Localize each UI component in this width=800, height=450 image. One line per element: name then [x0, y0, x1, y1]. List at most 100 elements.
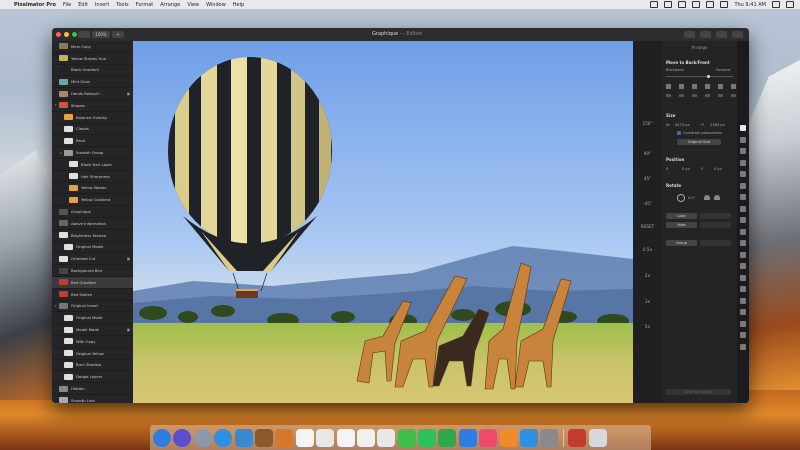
lock-icon[interactable]: ▣ [127, 328, 130, 332]
finder-dock-icon[interactable] [153, 428, 171, 447]
zoom-level-label[interactable]: RESET [633, 224, 662, 229]
numbers-dock-icon[interactable] [438, 428, 457, 447]
layer-row[interactable]: ▾ Original Insert [52, 301, 133, 313]
align-bottom-icon[interactable] [731, 84, 736, 89]
menu-help[interactable]: Help [233, 2, 244, 8]
repair-icon[interactable] [740, 217, 746, 223]
pixelmator-dock-icon[interactable] [275, 428, 294, 447]
layer-row[interactable]: Original Mode [52, 312, 133, 325]
layer-row[interactable]: Black Gradient [52, 65, 133, 77]
rotate-field[interactable]: 0.0° [688, 196, 696, 200]
photos-dock-icon[interactable] [316, 428, 335, 447]
battery-icon[interactable] [720, 1, 729, 8]
layer-row[interactable]: Yellow Waves [52, 183, 133, 195]
magic-wand-icon[interactable] [740, 332, 746, 338]
eraser-icon[interactable] [740, 182, 746, 189]
zoom-level-label[interactable]: 45° [633, 176, 662, 181]
distribute-bottom-icon[interactable] [731, 94, 736, 97]
group-button[interactable]: Group [666, 240, 697, 246]
layer-row[interactable]: Original Yellow [52, 348, 133, 360]
zoom-level-label[interactable]: -45° [633, 201, 662, 206]
layer-row[interactable]: With Copy [52, 336, 133, 348]
layer-row[interactable]: Background Blur [52, 265, 133, 277]
trash-dock-icon[interactable] [588, 428, 607, 447]
text-tool-icon[interactable] [740, 263, 746, 269]
photo-booth-dock-icon[interactable] [568, 428, 587, 447]
zoom-level-label[interactable]: 150° [633, 121, 662, 126]
align-right-icon[interactable] [692, 84, 697, 89]
fill-icon[interactable] [740, 297, 746, 304]
align-center-icon[interactable] [679, 84, 684, 89]
distribute-left-icon[interactable] [692, 94, 697, 97]
screen-mirroring-icon[interactable] [678, 1, 687, 8]
layer-row[interactable]: Clouds [52, 124, 133, 136]
menu-arrange[interactable]: Arrange [160, 2, 180, 8]
time-machine-icon[interactable] [650, 1, 659, 8]
notification-center-icon[interactable] [786, 1, 794, 8]
inspector-toggle-button[interactable] [732, 31, 743, 38]
minimize-button[interactable] [64, 32, 69, 37]
layer-row[interactable]: Hands Retouch ▣ [52, 88, 133, 100]
sync-icon[interactable] [664, 1, 673, 8]
flip-horizontal-icon[interactable] [704, 195, 710, 200]
wifi-icon[interactable] [706, 1, 715, 8]
add-layer-button[interactable]: + [112, 31, 124, 38]
volume-icon[interactable] [692, 1, 701, 8]
tools-button[interactable] [700, 31, 711, 38]
layer-row[interactable]: Model Mode ▣ [52, 324, 133, 336]
flip-vertical-icon[interactable] [714, 195, 720, 200]
shape-tool-icon[interactable] [740, 274, 746, 281]
layer-row[interactable]: Original Model [52, 242, 133, 254]
siri-dock-icon[interactable] [173, 428, 192, 447]
selection-icon[interactable] [740, 194, 746, 200]
gradient-icon[interactable] [740, 286, 746, 292]
layer-row[interactable]: Hair Sharpness [52, 171, 133, 183]
unlock-button[interactable] [700, 213, 731, 219]
select-color-icon[interactable] [740, 320, 746, 327]
zoom-tool-icon[interactable] [740, 343, 746, 350]
zoom-level-label[interactable]: 5x [633, 324, 662, 329]
crop-icon[interactable] [740, 205, 746, 212]
align-middle-icon[interactable] [718, 84, 723, 89]
menu-window[interactable]: Window [206, 2, 226, 8]
crop-tool-button[interactable] [684, 31, 695, 38]
original-size-button[interactable]: Original Size [677, 139, 721, 145]
launchpad-dock-icon[interactable] [193, 428, 212, 447]
x-field[interactable]: 0 px [682, 167, 690, 171]
sharpen-icon[interactable] [740, 251, 746, 258]
layer-row[interactable]: Brightness Texture [52, 230, 133, 242]
layer-row[interactable]: Black Hair Layer [52, 159, 133, 171]
lock-icon[interactable]: ▣ [127, 257, 130, 261]
effects-icon[interactable] [740, 159, 746, 166]
app-store-dock-icon[interactable] [520, 428, 539, 447]
layer-row[interactable]: Yellow Stripes Hue [52, 53, 133, 65]
lock-icon[interactable]: ▣ [127, 92, 130, 96]
search-icon[interactable] [772, 1, 780, 8]
messages-dock-icon[interactable] [397, 428, 416, 447]
layer-row[interactable]: Main Copy [52, 41, 133, 53]
books-dock-icon[interactable] [499, 428, 518, 447]
layer-row[interactable]: ▾ Shapes [52, 100, 133, 112]
close-button[interactable] [56, 32, 61, 37]
hide-button[interactable]: Hide [666, 222, 697, 228]
zoom-level-label[interactable]: 2x [633, 273, 662, 278]
layer-row[interactable]: Balance Overlay [52, 112, 133, 124]
menu-tools[interactable]: Tools [116, 2, 128, 8]
menu-file[interactable]: File [63, 2, 71, 8]
menu-insert[interactable]: Insert [95, 2, 109, 8]
align-left-icon[interactable] [666, 84, 671, 89]
width-field[interactable]: 4472 px [675, 123, 690, 127]
preview-dock-icon[interactable] [234, 428, 253, 447]
layer-row[interactable]: Above Information [52, 218, 133, 230]
y-field[interactable]: 0 px [714, 167, 722, 171]
retouch-icon[interactable] [740, 228, 746, 235]
keynote-dock-icon[interactable] [458, 428, 477, 447]
notes-brown-dock-icon[interactable] [254, 428, 273, 447]
ungroup-button[interactable] [700, 240, 731, 246]
bottom-arrange-button[interactable]: Arrange Layers [666, 389, 731, 395]
show-button[interactable] [700, 222, 731, 228]
zoom-level-label[interactable]: 3x [633, 299, 662, 304]
calendar-dock-icon[interactable] [295, 428, 314, 447]
menu-view[interactable]: View [187, 2, 199, 8]
layer-row[interactable]: Red Sketch [52, 289, 133, 301]
